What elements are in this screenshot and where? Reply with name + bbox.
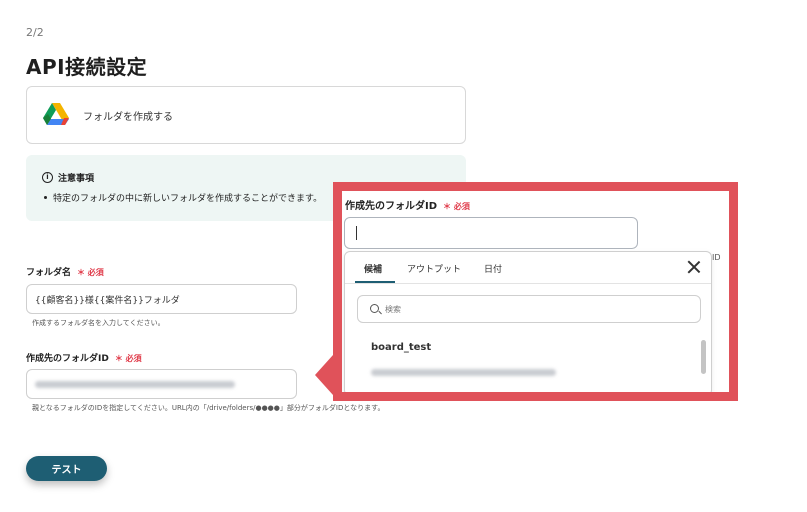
page-title: API接続設定 — [26, 55, 148, 79]
tab-date[interactable]: 日付 — [484, 262, 502, 275]
folder-name-hint: 作成するフォルダ名を入力してください。 — [32, 319, 165, 327]
dropdown-tabs: 候補 アウトプット 日付 — [345, 252, 711, 284]
action-label: フォルダを作成する — [83, 112, 173, 123]
callout-pointer — [315, 355, 333, 395]
search-icon — [370, 304, 379, 313]
redacted-result-id — [371, 361, 556, 380]
folder-name-value: {{顧客名}}様{{案件名}}フォルダ — [35, 295, 180, 306]
text-caret — [356, 226, 357, 240]
folder-name-input[interactable]: {{顧客名}}様{{案件名}}フォルダ — [26, 284, 297, 314]
notice-bullet: 特定のフォルダの中に新しいフォルダを作成することができます。 — [42, 191, 322, 204]
redacted-folder-id — [35, 380, 235, 388]
notice-heading: i 注意事項 — [42, 171, 94, 184]
parent-folder-hint: 親となるフォルダのIDを指定してください。URL内の「/drive/folder… — [32, 404, 385, 412]
search-placeholder: 検索 — [385, 305, 401, 314]
suggestion-dropdown: 候補 アウトプット 日付 検索 board_test — [344, 251, 712, 392]
close-icon[interactable] — [687, 260, 701, 274]
callout-folder-id-input[interactable] — [344, 217, 638, 249]
notice-bullet-text: 特定のフォルダの中に新しいフォルダを作成することができます。 — [53, 194, 323, 204]
folder-name-label: フォルダ名 ＊ 必須 — [26, 265, 104, 278]
test-button[interactable]: テスト — [26, 456, 107, 481]
step-indicator: 2/2 — [26, 26, 44, 39]
callout-field-label: 作成先のフォルダID ＊ 必須 — [345, 197, 470, 212]
tab-output[interactable]: アウトプット — [407, 262, 461, 275]
info-icon: i — [42, 172, 53, 183]
parent-folder-label: 作成先のフォルダID ＊ 必須 — [26, 351, 142, 364]
parent-folder-label-text: 作成先のフォルダID — [26, 354, 109, 364]
required-badge: ＊ 必須 — [77, 268, 104, 277]
notice-heading-text: 注意事項 — [58, 174, 95, 184]
tab-candidates[interactable]: 候補 — [364, 262, 382, 275]
folder-name-label-text: フォルダ名 — [26, 268, 72, 278]
action-card[interactable]: フォルダを作成する — [26, 86, 466, 144]
search-input[interactable]: 検索 — [357, 295, 701, 323]
list-item[interactable]: board_test — [371, 342, 556, 380]
clipped-text: ID — [712, 253, 721, 262]
required-badge: ＊ 必須 — [443, 202, 470, 211]
active-tab-indicator — [355, 281, 395, 283]
result-name: board_test — [371, 342, 432, 353]
parent-folder-input[interactable] — [26, 369, 297, 399]
bullet-dot — [44, 196, 47, 199]
required-badge: ＊ 必須 — [114, 354, 142, 363]
zoom-callout: 作成先のフォルダID ＊ 必須 ID 候補 アウトプット 日付 検索 board_… — [333, 182, 738, 401]
scrollbar[interactable] — [701, 340, 706, 374]
google-drive-icon — [43, 103, 69, 125]
callout-field-label-text: 作成先のフォルダID — [345, 201, 438, 212]
